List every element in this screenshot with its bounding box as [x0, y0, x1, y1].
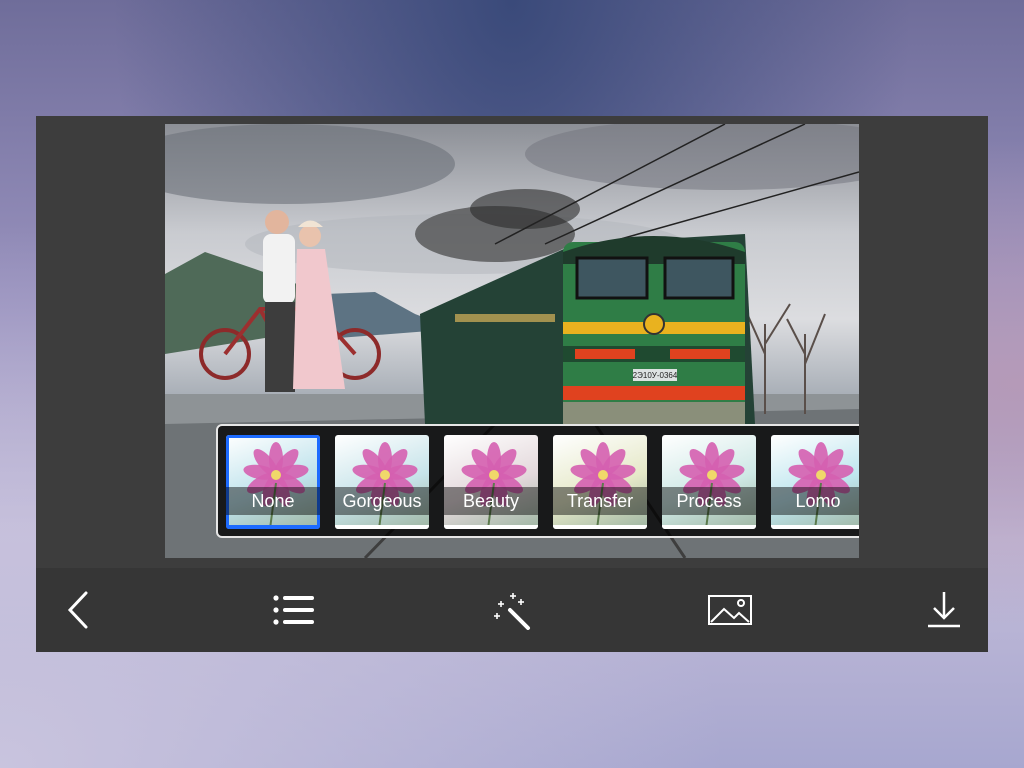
list-icon	[273, 595, 314, 625]
filter-thumbnail-lomo[interactable]: Lomo	[771, 435, 859, 529]
photo-editor-app: 2Э10У-0364 None Gorgeous Beauty Transfer Pro…	[36, 116, 988, 652]
filter-strip[interactable]: NoneGorgeousBeautyTransferProcessLomoOld…	[216, 424, 859, 538]
locomotive-number: 2Э10У-0364	[633, 371, 678, 380]
filter-thumbnail-none[interactable]: None	[226, 435, 320, 529]
back-chevron-icon	[67, 591, 88, 629]
edited-photo: 2Э10У-0364 None Gorgeous Beauty Transfer Pro…	[165, 124, 859, 558]
filter-label: Lomo	[771, 487, 859, 515]
filter-indicator	[444, 525, 538, 529]
effects-button[interactable]	[490, 590, 534, 630]
filter-indicator	[226, 525, 320, 529]
filter-thumbnail-transfer[interactable]: Transfer	[553, 435, 647, 529]
back-button[interactable]	[58, 590, 102, 630]
filter-thumbnail-beauty[interactable]: Beauty	[444, 435, 538, 529]
image-icon	[708, 595, 752, 625]
download-button[interactable]	[922, 590, 966, 630]
filter-label: Process	[662, 487, 756, 515]
filter-label: Gorgeous	[335, 487, 429, 515]
filter-indicator	[771, 525, 859, 529]
filter-indicator	[553, 525, 647, 529]
filter-label: Beauty	[444, 487, 538, 515]
filter-thumbnail-gorgeous[interactable]: Gorgeous	[335, 435, 429, 529]
bottom-toolbar	[36, 568, 988, 652]
magic-wand-icon	[494, 593, 530, 630]
list-button[interactable]	[272, 590, 316, 630]
filter-indicator	[662, 525, 756, 529]
download-icon	[928, 592, 960, 628]
filter-label: None	[226, 487, 320, 515]
filter-indicator	[335, 525, 429, 529]
filter-thumbnail-process[interactable]: Process	[662, 435, 756, 529]
image-button[interactable]	[708, 590, 752, 630]
filter-label: Transfer	[553, 487, 647, 515]
